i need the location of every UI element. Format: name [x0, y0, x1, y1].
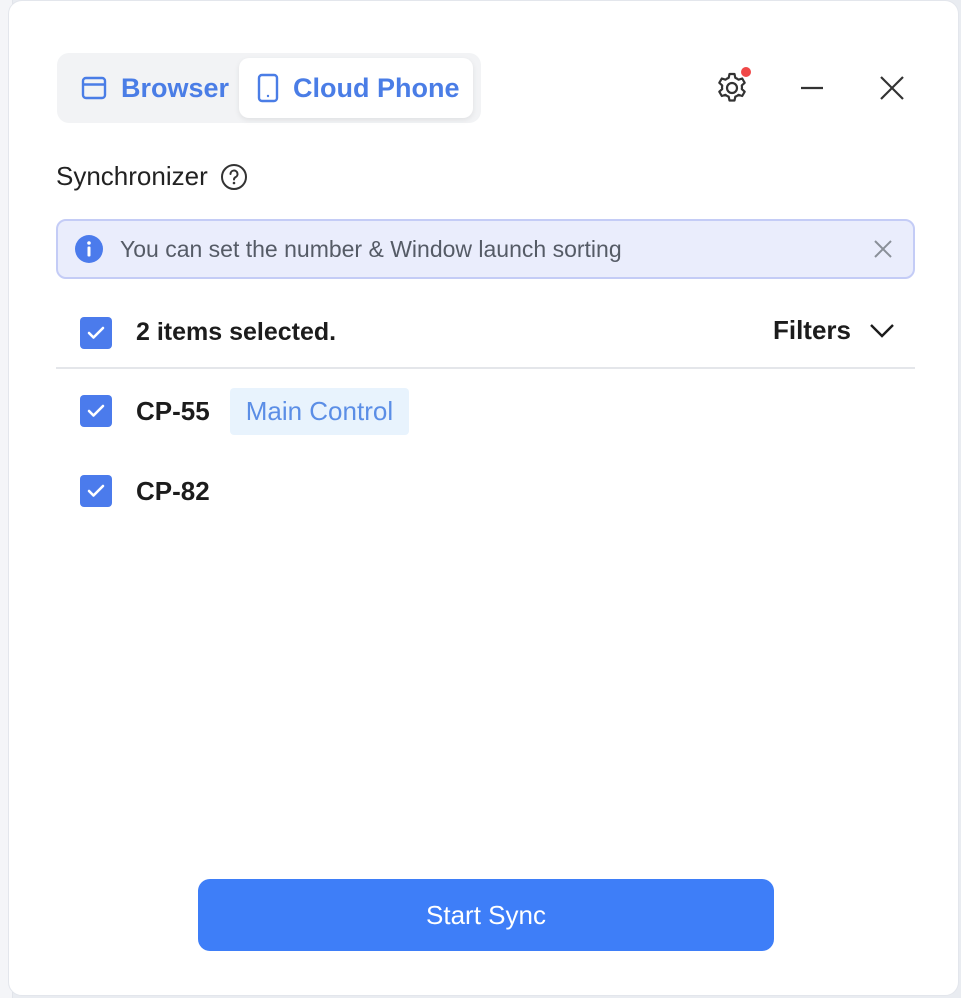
tab-bar: Browser Cloud Phone [57, 53, 481, 123]
notification-dot [741, 67, 751, 77]
checkmark-icon [86, 401, 106, 421]
filters-dropdown[interactable]: Filters [773, 315, 895, 346]
close-icon [873, 239, 893, 259]
info-banner: You can set the number & Window launch s… [56, 219, 915, 279]
settings-button[interactable] [711, 67, 753, 109]
browser-window-icon [81, 75, 107, 101]
minimize-icon [799, 75, 825, 101]
list-header: 2 items selected. Filters [56, 301, 915, 369]
list-item[interactable]: CP-82 [56, 461, 915, 521]
banner-close-button[interactable] [869, 235, 897, 263]
section-title: Synchronizer [56, 161, 248, 192]
checkmark-icon [86, 481, 106, 501]
tab-browser-label: Browser [121, 72, 230, 103]
filters-label: Filters [772, 315, 851, 345]
start-sync-button[interactable]: Start Sync [198, 879, 774, 951]
list-item[interactable]: CP-55 Main Control [56, 381, 915, 441]
banner-text: You can set the number & Window launch s… [120, 235, 622, 262]
main-control-tag: Main Control [229, 387, 410, 435]
close-button[interactable] [871, 67, 913, 109]
item-name: CP-55 [136, 395, 210, 426]
phone-icon [257, 73, 279, 103]
tab-cloud-phone[interactable]: Cloud Phone [239, 58, 473, 118]
minimize-button[interactable] [791, 67, 833, 109]
synchronizer-title: Synchronizer [56, 161, 208, 191]
checkmark-icon [86, 323, 106, 343]
question-circle-icon[interactable] [220, 163, 248, 191]
select-all-checkbox[interactable] [80, 317, 112, 349]
item-checkbox[interactable] [80, 475, 112, 507]
item-name: CP-82 [136, 475, 210, 506]
selected-count: 2 items selected. [136, 318, 337, 346]
close-icon [879, 75, 905, 101]
info-icon [74, 234, 104, 264]
chevron-down-icon [869, 322, 895, 340]
tab-browser[interactable]: Browser [63, 58, 235, 118]
tab-cloud-phone-label: Cloud Phone [293, 72, 460, 103]
item-checkbox[interactable] [80, 395, 112, 427]
synchronizer-dialog: Browser Cloud Phone Synchronizer You can… [8, 0, 959, 996]
